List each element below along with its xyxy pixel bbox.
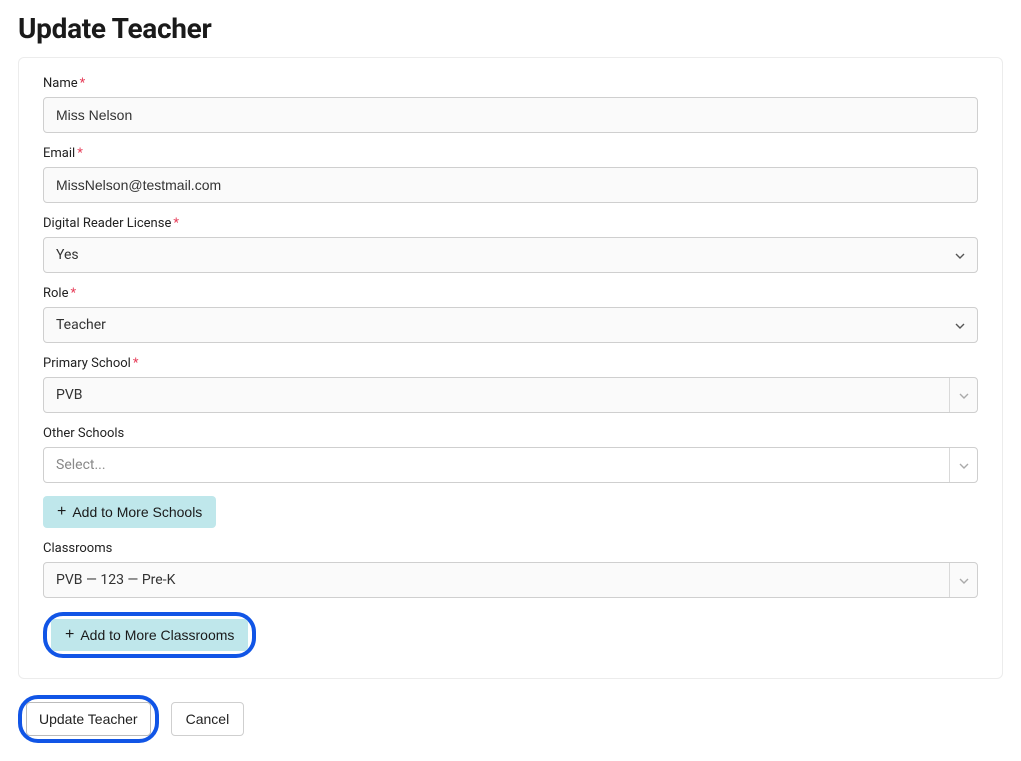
field-other-schools: Other Schools Select... bbox=[43, 426, 978, 483]
field-email: Email* bbox=[43, 146, 978, 203]
required-asterisk: * bbox=[77, 146, 83, 161]
required-asterisk: * bbox=[133, 356, 139, 371]
classrooms-value: PVB — 123 — Pre-K bbox=[44, 563, 949, 597]
primary-school-label-text: Primary School bbox=[43, 356, 131, 371]
name-label-text: Name bbox=[43, 76, 78, 91]
update-teacher-button[interactable]: Update Teacher bbox=[26, 702, 151, 736]
license-value: Yes bbox=[56, 247, 79, 263]
classrooms-dropdown-handle[interactable] bbox=[949, 563, 977, 597]
add-more-classrooms-button[interactable]: + Add to More Classrooms bbox=[51, 619, 248, 651]
classrooms-label: Classrooms bbox=[43, 541, 978, 556]
cancel-button[interactable]: Cancel bbox=[171, 702, 245, 736]
add-more-classrooms-label: Add to More Classrooms bbox=[80, 627, 234, 643]
footer-bar: Update Teacher Cancel bbox=[18, 695, 1003, 743]
license-select[interactable]: Yes bbox=[43, 237, 978, 273]
role-select[interactable]: Teacher bbox=[43, 307, 978, 343]
primary-school-dropdown-handle[interactable] bbox=[949, 378, 977, 412]
form-card: Name* Email* Digital Reader License* Yes… bbox=[18, 57, 1003, 679]
email-input[interactable] bbox=[43, 167, 978, 203]
highlight-ring: + Add to More Classrooms bbox=[43, 612, 256, 658]
classrooms-select[interactable]: PVB — 123 — Pre-K bbox=[43, 562, 978, 598]
field-classrooms: Classrooms PVB — 123 — Pre-K bbox=[43, 541, 978, 598]
chevron-down-icon bbox=[955, 249, 965, 261]
other-schools-dropdown-handle[interactable] bbox=[949, 448, 977, 482]
plus-icon: + bbox=[57, 504, 66, 520]
required-asterisk: * bbox=[70, 286, 76, 301]
add-classrooms-row: + Add to More Classrooms bbox=[43, 612, 978, 658]
plus-icon: + bbox=[65, 627, 74, 643]
primary-school-label: Primary School* bbox=[43, 356, 978, 371]
other-schools-placeholder: Select... bbox=[44, 448, 949, 482]
role-label: Role* bbox=[43, 286, 978, 301]
add-more-schools-label: Add to More Schools bbox=[72, 504, 202, 520]
license-label: Digital Reader License* bbox=[43, 216, 978, 231]
primary-school-value: PVB bbox=[44, 378, 949, 412]
field-role: Role* Teacher bbox=[43, 286, 978, 343]
page-title: Update Teacher bbox=[18, 12, 1003, 45]
highlight-ring: Update Teacher bbox=[18, 695, 159, 743]
field-license: Digital Reader License* Yes bbox=[43, 216, 978, 273]
chevron-down-icon bbox=[959, 574, 969, 586]
other-schools-select[interactable]: Select... bbox=[43, 447, 978, 483]
name-input[interactable] bbox=[43, 97, 978, 133]
name-label: Name* bbox=[43, 76, 978, 91]
add-more-schools-button[interactable]: + Add to More Schools bbox=[43, 496, 216, 528]
email-label-text: Email bbox=[43, 146, 75, 161]
field-primary-school: Primary School* PVB bbox=[43, 356, 978, 413]
other-schools-label: Other Schools bbox=[43, 426, 978, 441]
role-value: Teacher bbox=[56, 317, 106, 333]
license-label-text: Digital Reader License bbox=[43, 216, 171, 231]
chevron-down-icon bbox=[959, 459, 969, 471]
chevron-down-icon bbox=[955, 319, 965, 331]
required-asterisk: * bbox=[80, 76, 86, 91]
required-asterisk: * bbox=[173, 216, 179, 231]
role-label-text: Role bbox=[43, 286, 68, 301]
chevron-down-icon bbox=[959, 389, 969, 401]
add-schools-row: + Add to More Schools bbox=[43, 496, 978, 528]
field-name: Name* bbox=[43, 76, 978, 133]
primary-school-select[interactable]: PVB bbox=[43, 377, 978, 413]
email-label: Email* bbox=[43, 146, 978, 161]
